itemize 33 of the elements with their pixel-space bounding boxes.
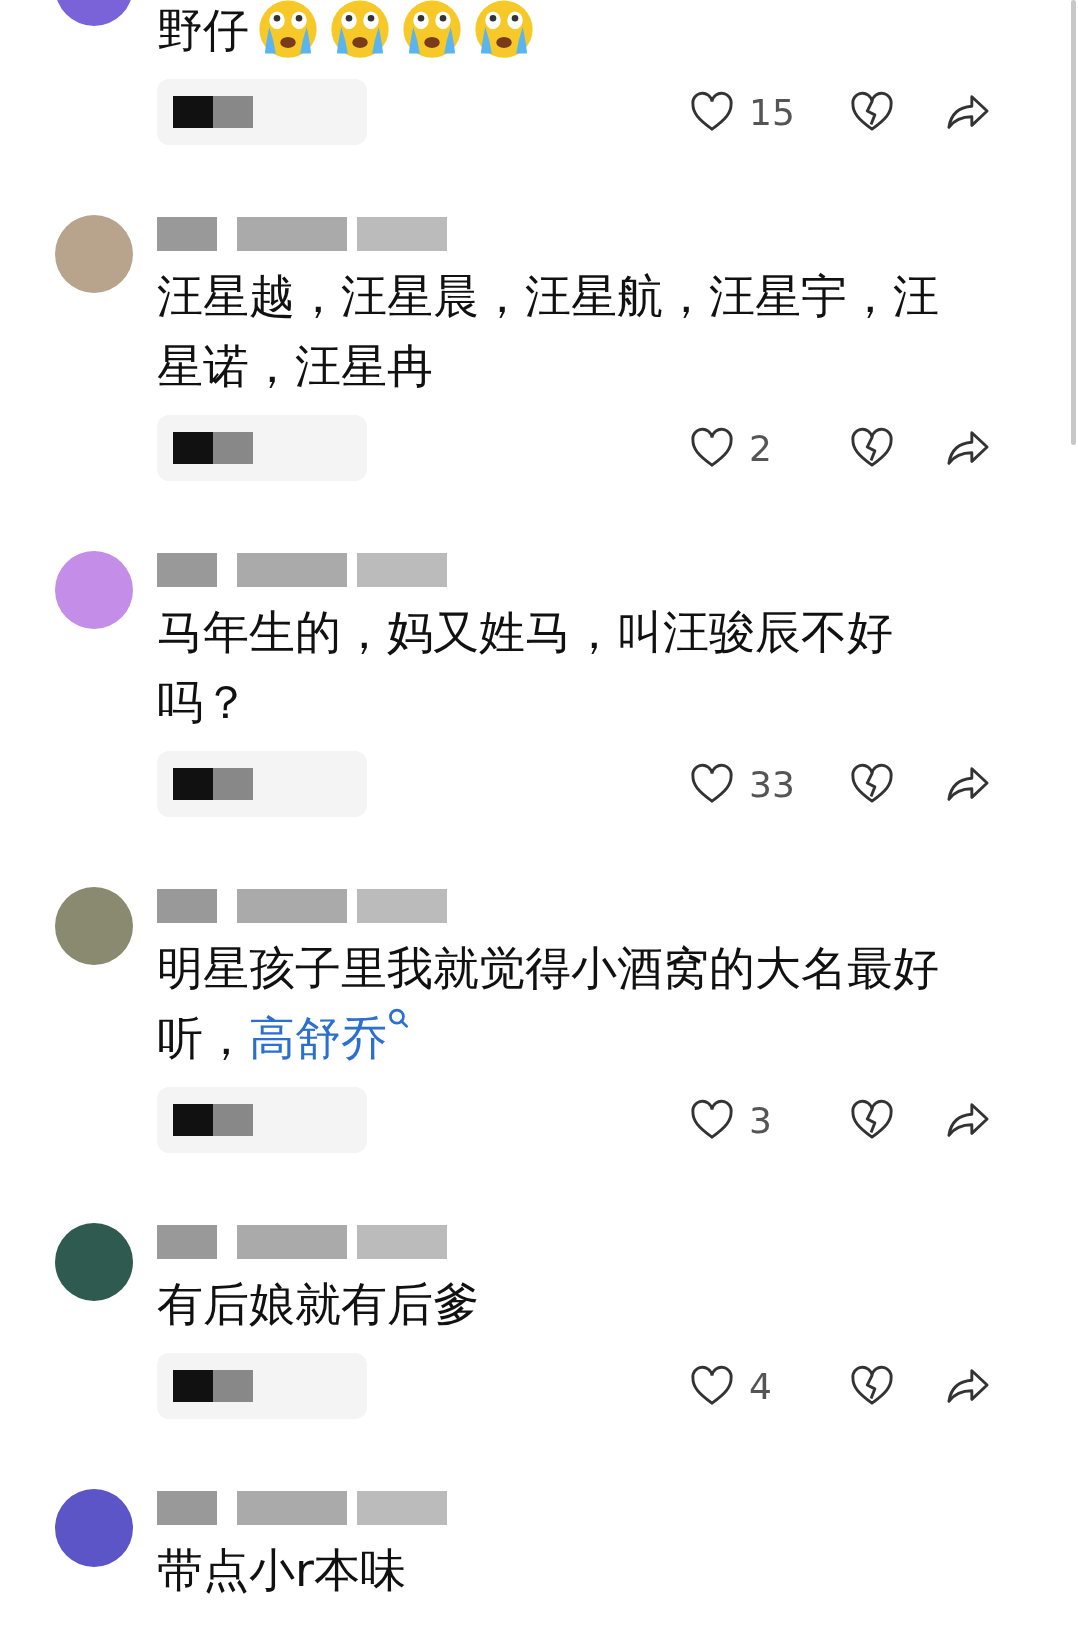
comment-text: 有后娘就有后爹 [157,1276,480,1333]
like-button[interactable]: 3 [689,1099,799,1141]
heart-icon [689,91,735,133]
search-link[interactable]: 高舒乔 [249,1011,409,1065]
redaction-block [157,889,217,923]
replies-button[interactable] [157,1087,367,1153]
comment-text: 马年生的，妈又姓马，叫汪骏辰不好吗？ [157,604,894,731]
redaction-block [157,1491,217,1525]
heart-icon [689,1365,735,1407]
broken-heart-icon[interactable] [849,1365,895,1407]
replies-button[interactable] [157,415,367,481]
broken-heart-icon[interactable] [849,763,895,805]
scrollbar[interactable] [1071,0,1076,445]
heart-icon [689,1099,735,1141]
redaction-block [157,1225,217,1259]
broken-heart-icon[interactable] [849,91,895,133]
heart-icon [689,763,735,805]
replies-button[interactable] [157,1353,367,1419]
comment-text: 汪星越，汪星晨，汪星航，汪星宇，汪星诺，汪星冉 [157,268,940,395]
like-button[interactable]: 15 [689,91,799,133]
redaction-block [157,217,217,251]
like-button[interactable]: 33 [689,763,799,805]
heart-icon [689,427,735,469]
replies-button[interactable] [157,79,367,145]
like-button[interactable]: 4 [689,1365,799,1407]
replies-button[interactable] [157,751,367,817]
comment-text: 带点小r本味 [157,1542,407,1599]
redaction-block [157,553,217,587]
like-button[interactable]: 2 [689,427,799,469]
broken-heart-icon[interactable] [849,1099,895,1141]
comment-text: 明星孩子里我就觉得小酒窝的大名最好听，高舒乔 [157,940,940,1067]
comment-text: 野仔 [157,0,957,65]
broken-heart-icon[interactable] [849,427,895,469]
